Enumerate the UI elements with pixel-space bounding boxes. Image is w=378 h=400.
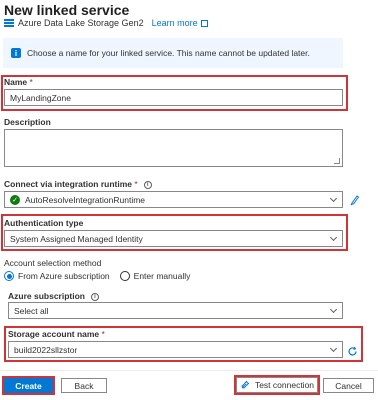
check-circle-icon: ✓ <box>10 194 20 205</box>
radio-enter-manually[interactable]: Enter manually <box>119 271 190 281</box>
storage-account-select[interactable]: build2022sllzstor <box>8 341 343 358</box>
name-input[interactable]: MyLandingZone <box>4 89 343 106</box>
info-circle-icon[interactable]: i <box>143 180 152 189</box>
account-selection-radios: From Azure subscription Enter manually <box>4 271 190 281</box>
account-selection-label: Account selection method <box>4 258 102 268</box>
integration-runtime-select[interactable]: ✓ AutoResolveIntegrationRuntime <box>4 191 343 208</box>
radio-selected-icon[interactable] <box>4 271 14 281</box>
chevron-down-icon <box>329 194 338 202</box>
radio-unselected-icon[interactable] <box>119 271 130 281</box>
description-label: Description <box>4 117 51 127</box>
info-icon: i <box>11 48 21 58</box>
name-label: Name * <box>4 77 33 87</box>
service-subheader: Azure Data Lake Storage Gen2 Learn more <box>4 17 208 29</box>
chevron-down-icon <box>329 233 338 241</box>
create-button[interactable]: Create <box>4 378 53 393</box>
external-link-icon[interactable] <box>200 19 208 27</box>
storage-icon <box>4 19 14 27</box>
learn-more-link[interactable]: Learn more <box>152 18 198 28</box>
page-title: New linked service <box>4 2 130 18</box>
chevron-down-icon <box>329 344 338 352</box>
storage-account-label: Storage account name * <box>8 329 105 339</box>
cancel-button[interactable]: Cancel <box>323 378 374 393</box>
refresh-icon[interactable] <box>347 344 358 356</box>
authentication-select[interactable]: System Assigned Managed Identity <box>4 230 343 247</box>
radio-from-subscription[interactable]: From Azure subscription <box>4 271 110 281</box>
info-banner-text: Choose a name for your linked service. T… <box>27 48 310 58</box>
integration-runtime-label: Connect via integration runtime * i <box>4 179 152 189</box>
info-circle-icon[interactable]: i <box>90 292 99 301</box>
subscription-label: Azure subscription i <box>8 291 99 301</box>
info-banner: i Choose a name for your linked service.… <box>3 38 343 68</box>
service-name: Azure Data Lake Storage Gen2 <box>18 18 144 28</box>
plug-icon <box>241 380 250 389</box>
authentication-label: Authentication type <box>4 218 84 228</box>
description-textarea[interactable] <box>4 129 343 167</box>
resize-grip-icon[interactable] <box>334 158 340 164</box>
test-connection-button[interactable]: Test connection <box>236 377 318 393</box>
chevron-down-icon <box>329 305 338 313</box>
back-button[interactable]: Back <box>61 378 107 393</box>
subscription-select[interactable]: Select all <box>8 302 343 319</box>
edit-pencil-icon[interactable] <box>350 193 360 206</box>
footer-divider <box>0 370 378 371</box>
